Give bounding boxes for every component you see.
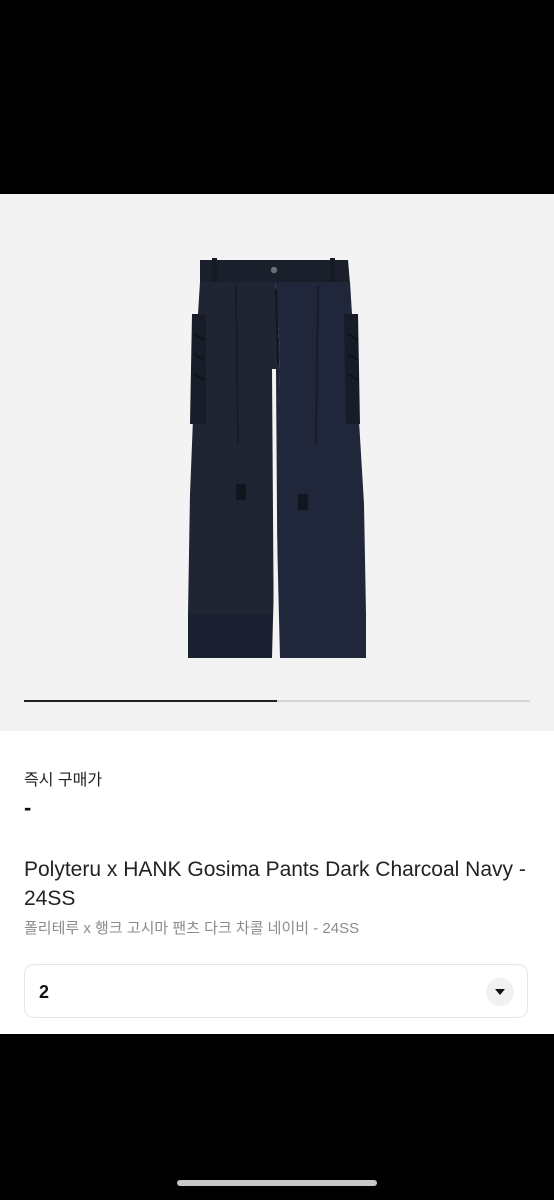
size-selected-value: 2 <box>39 982 50 1002</box>
instant-price-value: - <box>24 795 32 820</box>
product-title-en: Polyteru x HANK Gosima Pants Dark Charco… <box>24 858 526 910</box>
instant-price-label: 즉시 구매가 <box>24 772 103 789</box>
product-image-carousel[interactable] <box>0 194 554 731</box>
product-title-ko: 폴리테루 x 행크 고시마 팬츠 다크 차콜 네이비 - 24SS <box>24 920 360 937</box>
size-dropdown-button[interactable] <box>486 978 514 1006</box>
gallery-progress-bar <box>24 700 530 702</box>
chevron-down-icon <box>495 989 505 995</box>
bottom-letterbox <box>0 1034 554 1200</box>
gallery-progress-fill <box>24 700 277 702</box>
pants-image-icon <box>188 258 366 659</box>
top-letterbox <box>0 0 554 194</box>
home-indicator[interactable] <box>177 1180 377 1186</box>
size-selector[interactable]: 2 <box>24 964 528 1018</box>
product-info-panel: 즉시 구매가 - Polyteru x HANK Gosima Pants Da… <box>0 731 554 1034</box>
